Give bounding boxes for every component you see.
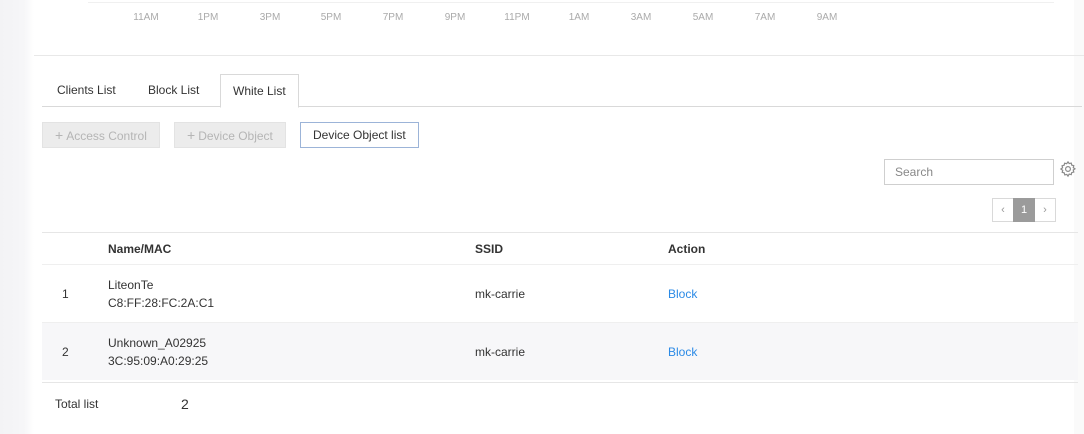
row-ssid: mk-carrie — [475, 287, 525, 301]
timeline-tick: 11PM — [504, 12, 530, 23]
plus-icon: + — [55, 127, 64, 143]
pagination-prev[interactable]: ‹ — [992, 198, 1014, 222]
device-mac: C8:FF:28:FC:2A:C1 — [108, 296, 215, 310]
tab-white-list[interactable]: White List — [220, 74, 299, 108]
timeline-tick: 1PM — [197, 12, 219, 23]
column-header-ssid: SSID — [475, 241, 504, 256]
add-device-object-label: Device Object — [198, 129, 273, 143]
total-list-label: Total list — [55, 397, 99, 411]
row-index: 1 — [62, 287, 69, 301]
add-access-control-button[interactable]: + Access Control — [42, 122, 160, 148]
timeline-baseline — [88, 2, 1054, 3]
device-name: Unknown_A02925 — [108, 336, 207, 350]
block-link[interactable]: Block — [668, 287, 697, 301]
timeline-tick: 5PM — [320, 12, 342, 23]
table-row: 1 LiteonTe C8:FF:28:FC:2A:C1 mk-carrie B… — [42, 264, 1078, 322]
timeline-tick: 9PM — [444, 12, 466, 23]
column-header-action: Action — [668, 241, 706, 256]
timeline-axis: 11AM 1PM 3PM 5PM 7PM 9PM 11PM 1AM 3AM 5A… — [34, 0, 1084, 56]
row-name-mac: Unknown_A02925 3C:95:09:A0:29:25 — [108, 334, 208, 370]
add-device-object-button[interactable]: + Device Object — [174, 122, 286, 148]
timeline-tick: 7PM — [382, 12, 404, 23]
device-name: LiteonTe — [108, 278, 154, 292]
device-object-list-button[interactable]: Device Object list — [300, 122, 419, 148]
device-mac: 3C:95:09:A0:29:25 — [108, 354, 209, 368]
row-index: 2 — [62, 345, 69, 359]
total-list-count: 2 — [181, 396, 189, 412]
row-name-mac: LiteonTe C8:FF:28:FC:2A:C1 — [108, 276, 214, 312]
timeline-tick: 9AM — [816, 12, 838, 23]
timeline-tick: 5AM — [692, 12, 714, 23]
tab-clients-list[interactable]: Clients List — [57, 74, 116, 107]
tab-block-list[interactable]: Block List — [148, 74, 199, 107]
table-footer: Total list 2 — [42, 382, 1078, 414]
column-header-name-mac: Name/MAC — [108, 241, 172, 256]
timeline-tick: 7AM — [754, 12, 776, 23]
left-rail — [0, 0, 34, 434]
pagination-next[interactable]: › — [1034, 198, 1056, 222]
add-access-control-label: Access Control — [66, 129, 147, 143]
pagination: ‹ 1 › — [992, 198, 1056, 222]
white-list-table: Name/MAC SSID Action 1 LiteonTe C8:FF:28… — [42, 232, 1078, 380]
search-input[interactable] — [884, 159, 1054, 185]
table-row: 2 Unknown_A02925 3C:95:09:A0:29:25 mk-ca… — [42, 322, 1078, 380]
white-list-panel: 11AM 1PM 3PM 5PM 7PM 9PM 11PM 1AM 3AM 5A… — [34, 0, 1084, 434]
row-ssid: mk-carrie — [475, 345, 525, 359]
timeline-tick: 3AM — [630, 12, 652, 23]
pagination-page[interactable]: 1 — [1013, 198, 1035, 222]
timeline-tick: 11AM — [133, 12, 159, 23]
plus-icon: + — [187, 127, 196, 143]
timeline-tick: 1AM — [568, 12, 590, 23]
gear-icon[interactable] — [1058, 160, 1078, 182]
timeline-tick: 3PM — [259, 12, 281, 23]
table-header: Name/MAC SSID Action — [42, 232, 1078, 264]
block-link[interactable]: Block — [668, 345, 697, 359]
list-tabs: Clients List Block List White List — [42, 74, 1082, 108]
